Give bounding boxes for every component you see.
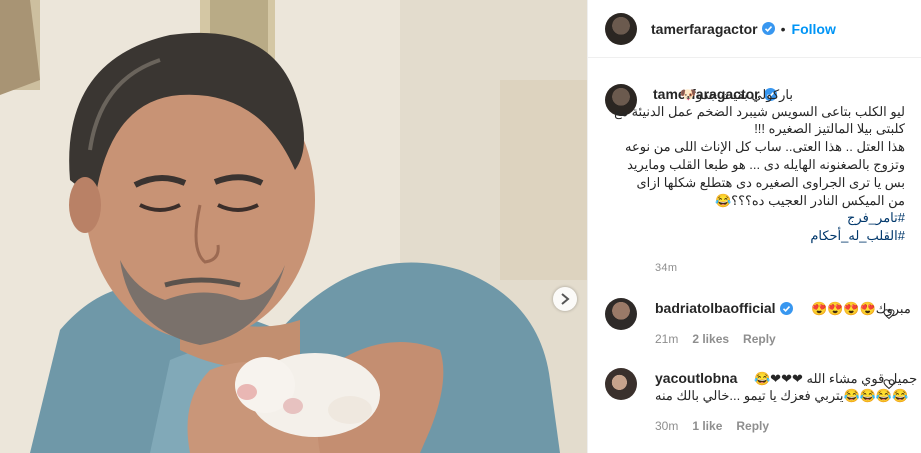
- chevron-right-icon: [561, 293, 570, 305]
- follow-button[interactable]: Follow: [792, 21, 836, 37]
- separator-dot: •: [780, 20, 786, 37]
- comment-item: badriatolbaofficial مبروك😍😍😍😍 21m 2 likes…: [605, 298, 911, 348]
- comment-likes[interactable]: 1 like: [692, 419, 722, 433]
- reply-button[interactable]: Reply: [743, 332, 776, 346]
- heart-outline-icon[interactable]: [883, 378, 895, 390]
- caption-line-4: هذا العتل .. هذا العتى.. ساب كل الإناث ا…: [625, 139, 905, 154]
- post-photo-illustration: [0, 0, 587, 453]
- post-side-panel: tamerfaragactor • Follow tamerfaragactor…: [587, 0, 921, 453]
- caption-line-1: باركولي بقيت جدو🐶: [680, 87, 793, 102]
- verified-badge-icon: [779, 302, 793, 315]
- comment-likes[interactable]: 2 likes: [692, 332, 729, 346]
- reply-button[interactable]: Reply: [736, 419, 769, 433]
- comment-meta: 30m 1 like Reply: [655, 419, 783, 433]
- commenter-avatar[interactable]: [605, 298, 637, 330]
- instagram-post-view: tamerfaragactor • Follow tamerfaragactor…: [0, 0, 921, 453]
- author-avatar[interactable]: [605, 12, 637, 45]
- caption-line-6: بس يا ترى الجراوى الصغيره دى هتطلع شكلها…: [636, 175, 906, 190]
- heart-outline-icon[interactable]: [883, 308, 895, 320]
- hashtag-link[interactable]: #القلب_له_أحكام: [810, 228, 905, 244]
- comment-meta: 21m 2 likes Reply: [655, 332, 790, 346]
- comment-item: yacoutlobna جميل قوي مشاء الله ❤❤❤😂 😂😂😂😂…: [605, 368, 917, 438]
- comment-time[interactable]: 30m: [655, 419, 678, 433]
- commenter-avatar[interactable]: [605, 368, 637, 400]
- author-username[interactable]: tamerfaragactor: [651, 21, 758, 37]
- caption-line-2: ليو الكلب بتاعى السويس شيبرد الضخم عمل ا…: [614, 104, 905, 119]
- post-photo: [0, 0, 587, 453]
- verified-badge-icon: [761, 22, 775, 35]
- comment-text-line-2: 😂😂😂😂يتربي فعزك يا تيمو ...خالي بالك منه: [655, 388, 909, 403]
- comment-text: مبروك😍😍😍😍: [811, 301, 911, 316]
- commenter-username[interactable]: badriatolbaofficial: [655, 300, 793, 316]
- commenter-username[interactable]: yacoutlobna: [655, 370, 737, 386]
- caption-line-3: كلبتى بيلا المالتيز الصغيره !!!: [754, 121, 905, 136]
- caption-line-5: وتزوج بالصغنونه الهايله دى ... هو طبعا ا…: [627, 157, 905, 172]
- next-photo-button[interactable]: [553, 287, 577, 311]
- post-timestamp[interactable]: 34m: [655, 262, 677, 274]
- hashtag-link[interactable]: #تامر_فرج: [847, 210, 905, 226]
- post-header: tamerfaragactor • Follow: [588, 0, 921, 58]
- comment-time[interactable]: 21m: [655, 332, 678, 346]
- caption-line-7: من الميكس النادر العجيب ده؟؟؟😂: [714, 193, 905, 208]
